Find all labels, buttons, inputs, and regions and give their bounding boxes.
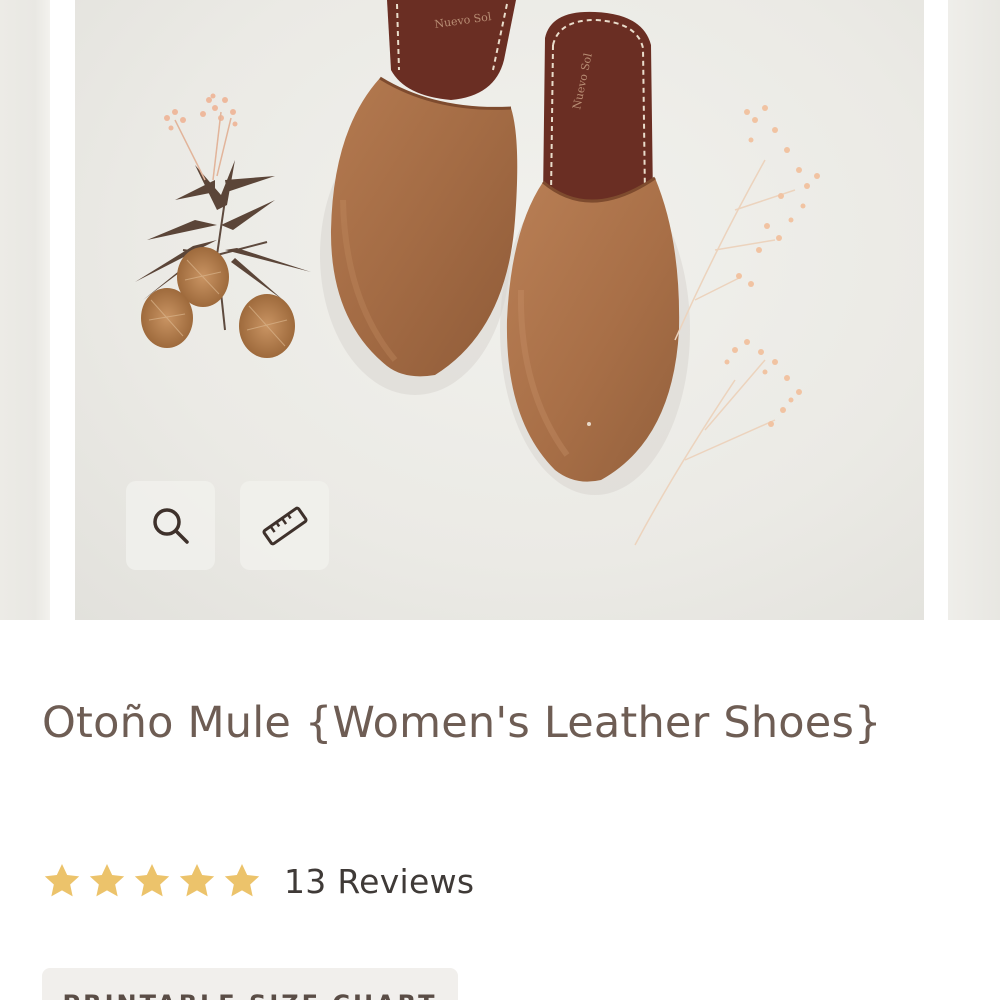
star-icon (134, 864, 170, 897)
size-chart-label: PRINTABLE SIZE CHART (63, 990, 438, 1000)
search-icon (152, 507, 189, 544)
previous-slide-peek[interactable] (0, 0, 50, 620)
product-page: Nuevo Sol Nuevo Sol Otoño Mule {Women's … (0, 0, 1000, 1000)
star-icon (179, 864, 215, 897)
ruler-icon (261, 506, 308, 545)
product-gallery[interactable]: Nuevo Sol Nuevo Sol (0, 0, 1000, 620)
printable-size-chart-button[interactable]: PRINTABLE SIZE CHART (42, 968, 458, 1000)
next-slide-peek[interactable] (948, 0, 1000, 620)
product-title: Otoño Mule {Women's Leather Shoes} (42, 698, 882, 748)
star-icon (224, 864, 260, 897)
reviews-link[interactable]: 13 Reviews (284, 862, 474, 901)
star-rating (42, 861, 262, 901)
zoom-button[interactable] (126, 481, 215, 570)
star-icon (44, 864, 80, 897)
star-icon (89, 864, 125, 897)
product-rating[interactable]: 13 Reviews (42, 856, 474, 906)
size-guide-button[interactable] (240, 481, 329, 570)
